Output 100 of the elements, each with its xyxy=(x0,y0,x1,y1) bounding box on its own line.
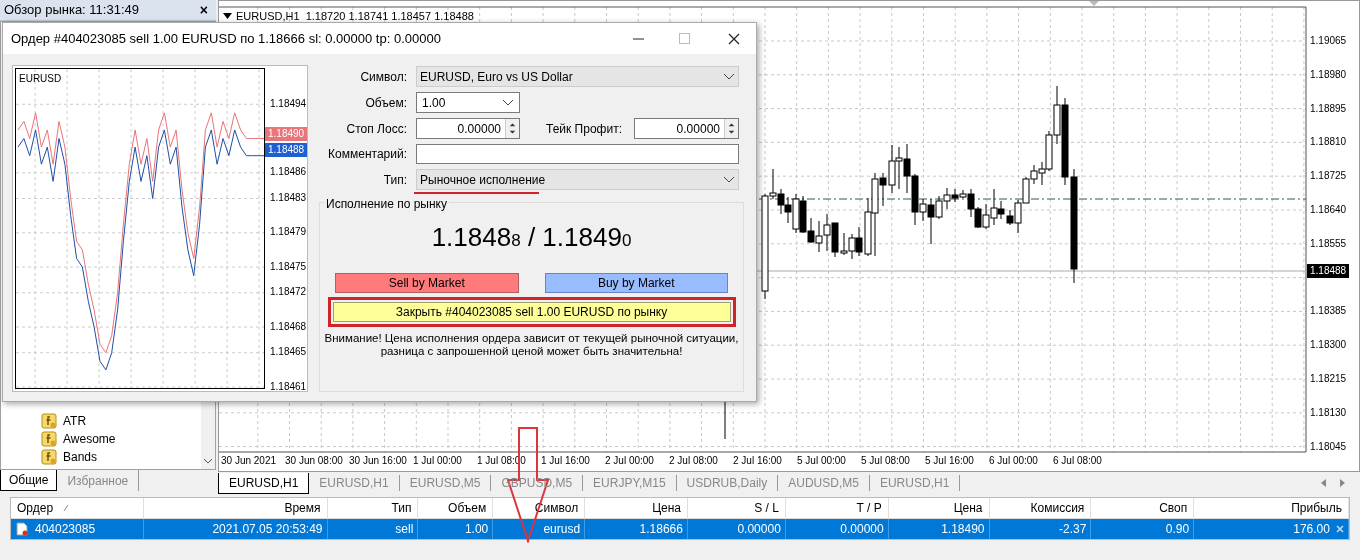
field-label: Комментарий: xyxy=(327,146,407,163)
price-axis-label: 1.18472 xyxy=(270,287,307,298)
field-label: Тейк Профит: xyxy=(545,120,623,138)
time-axis-label: 1 Jul 16:00 xyxy=(541,456,590,466)
table-cell-text: -2.37 xyxy=(1059,521,1087,538)
shift-marker-icon[interactable] xyxy=(1089,1,1099,6)
close-button[interactable]: × xyxy=(195,3,212,17)
price-quote: 1.18488 / 1.18490 xyxy=(431,224,632,250)
stop-loss-field[interactable]: 0.00000 xyxy=(416,118,520,139)
table-row[interactable]: 404023085 2021.07.05 20:53:49 sell 1.00 eurusd 1.18666 0.00000 0.00000 1.18490 -2.37 0.90 176.00 xyxy=(11,519,1349,539)
table-cell-text: 2021.07.05 20:53:49 xyxy=(212,521,323,538)
column-header[interactable]: Ордер xyxy=(11,498,144,518)
column-header[interactable]: Время xyxy=(143,498,328,518)
price-axis-label: 1.18215 xyxy=(1310,374,1347,384)
price-axis-label: 1.19065 xyxy=(1310,36,1347,46)
price-axis-label: 1.18045 xyxy=(1310,441,1347,452)
price-axis-label: 1.18475 xyxy=(270,261,307,272)
scroll-left-icon[interactable] xyxy=(1320,479,1328,487)
indicator-icon xyxy=(41,413,57,429)
comment-field[interactable] xyxy=(416,144,739,164)
price-axis-label: 1.18725 xyxy=(1310,171,1347,182)
price-axis-label: 1.18640 xyxy=(1310,205,1347,215)
take-profit-field[interactable]: 0.00000 xyxy=(634,118,739,139)
column-header[interactable]: Тип xyxy=(327,498,419,518)
symbol-select[interactable]: EURUSD, Euro vs US Dollar xyxy=(416,66,739,87)
table-cell-text: 0.00000 xyxy=(840,521,884,538)
chevron-down-icon xyxy=(723,72,735,81)
price-axis-label: 1.18468 xyxy=(270,321,307,332)
window-title: Ордер #404023085 sell 1.00 EURUSD по 1.18666 sl: 0.00000 tp: 0.00000 xyxy=(11,29,442,48)
column-title: Ордер xyxy=(17,500,54,517)
column-header[interactable]: Цена xyxy=(585,498,688,518)
time-axis-label: 30 Jun 2021 xyxy=(221,456,277,466)
ask-price-tag: 1.18490 xyxy=(265,127,308,141)
column-title: Тип xyxy=(391,500,412,517)
column-header[interactable]: T / P xyxy=(785,498,889,518)
time-axis-label: 2 Jul 16:00 xyxy=(733,456,782,466)
price-axis-label: 1.18980 xyxy=(1310,69,1347,80)
table-cell-text: 404023085 xyxy=(35,521,96,538)
chart-symbol: EURUSD xyxy=(19,72,62,86)
column-header[interactable]: Комиссия xyxy=(989,498,1092,518)
price-axis-label: 1.18479 xyxy=(270,227,307,238)
scroll-right-icon[interactable] xyxy=(1338,479,1346,487)
price-tag: 1.18488 xyxy=(1307,264,1350,278)
price-axis-label: 1.18385 xyxy=(1310,306,1347,317)
sort-icon xyxy=(63,504,70,512)
time-axis-label: 30 Jun 08:00 xyxy=(285,456,343,466)
price-axis-label: 1.18494 xyxy=(270,98,307,109)
column-title: T / P xyxy=(856,500,882,517)
chart-header: EURUSD,H1 1.18720 1.18741 1.18457 1.18488 xyxy=(236,9,474,24)
indicator-icon xyxy=(41,449,57,465)
order-icon xyxy=(15,522,29,536)
price-axis-label: 1.18895 xyxy=(1310,103,1347,114)
table-cell-text: sell xyxy=(395,521,414,538)
warning-text: Внимание! Цена исполнения ордера зависит от текущей рыночной ситуации, разница с запрошенной ценой может быть значительна! xyxy=(324,332,739,358)
navigator-item[interactable]: ATR xyxy=(63,412,87,430)
table-cell-text: eurusd xyxy=(543,521,581,538)
spinner-arrows-icon[interactable] xyxy=(505,119,519,138)
scroll-down-icon[interactable] xyxy=(203,457,213,465)
column-header[interactable]: S / L xyxy=(688,498,786,518)
chart-tab[interactable]: EURUSD,H1 xyxy=(218,472,310,494)
column-title: Комиссия xyxy=(1030,500,1085,517)
price-axis-label: 1.18810 xyxy=(1310,137,1347,148)
column-title: Время xyxy=(284,500,321,517)
buy-button[interactable]: Buy by Market xyxy=(544,273,728,293)
time-axis-label: 2 Jul 00:00 xyxy=(605,456,654,466)
column-title: Цена xyxy=(652,500,681,517)
panel-tab[interactable]: Общие xyxy=(0,470,58,491)
type-select[interactable]: Рыночное исполнение xyxy=(416,169,739,190)
volume-combobox[interactable]: 1.00 xyxy=(416,92,520,113)
time-axis-label: 6 Jul 08:00 xyxy=(1053,456,1102,466)
close-order-button[interactable]: Закрыть #404023085 sell 1.00 EURUSD по рынку xyxy=(332,302,731,322)
caret-down-icon[interactable] xyxy=(223,13,232,20)
price-axis-label: 1.18461 xyxy=(270,381,307,392)
close-icon[interactable] xyxy=(728,32,740,45)
column-title: Прибыль xyxy=(1291,500,1342,517)
chevron-down-icon xyxy=(723,175,735,184)
bid-price-tag: 1.18488 xyxy=(265,143,308,157)
field-label: Символ: xyxy=(359,68,407,86)
spinner-arrows-icon[interactable] xyxy=(724,119,738,138)
sell-button[interactable]: Sell by Market xyxy=(335,273,519,293)
price-axis-label: 1.18483 xyxy=(270,193,307,203)
price-axis-label: 1.18555 xyxy=(1310,238,1347,249)
navigator-item[interactable]: Bands xyxy=(63,448,98,466)
column-title: Объем xyxy=(448,500,487,517)
table-cell-text: 0.90 xyxy=(1165,521,1190,538)
column-header[interactable]: Своп xyxy=(1091,498,1195,518)
table-cell-text: 1.00 xyxy=(464,521,489,538)
time-axis-label: 1 Jul 00:00 xyxy=(413,456,462,466)
navigator-item[interactable]: Awesome xyxy=(63,430,116,448)
column-title: S / L xyxy=(754,500,779,517)
time-axis-label: 6 Jul 00:00 xyxy=(989,456,1038,466)
price-axis-label: 1.18300 xyxy=(1310,340,1347,351)
field-label: Стоп Лосс: xyxy=(345,120,407,138)
time-axis-label: 5 Jul 08:00 xyxy=(861,456,910,466)
column-header[interactable]: Прибыль xyxy=(1194,498,1349,518)
column-header[interactable]: Цена xyxy=(888,498,990,518)
column-header[interactable]: Объем xyxy=(418,498,494,518)
table-cell-text: 1.18490 xyxy=(941,521,985,538)
column-title: Цена xyxy=(953,500,983,517)
table-cell-text: 1.18666 xyxy=(639,521,683,538)
